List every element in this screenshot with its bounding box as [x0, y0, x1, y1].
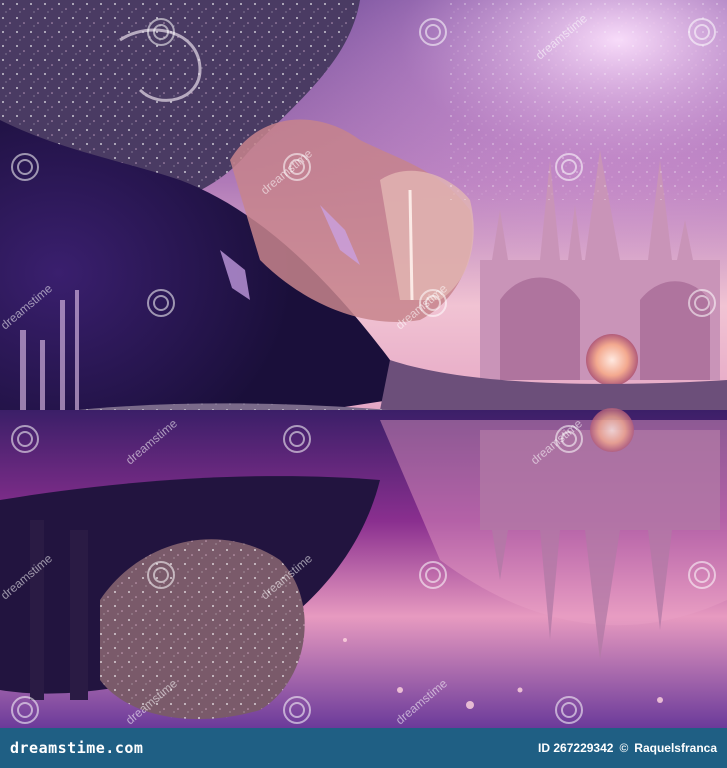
stock-footer-bar: dreamstime.com ID 267229342 © Raquelsfra… [0, 728, 727, 768]
fantasy-landscape-image: dreamstime dreamstime dreamstime dreamst… [0, 0, 727, 728]
photo-frame: dreamstime dreamstime dreamstime dreamst… [0, 0, 727, 768]
image-meta: ID 267229342 © Raquelsfranca [538, 741, 717, 755]
image-id: ID 267229342 [538, 741, 614, 755]
copyright-icon: © [619, 741, 629, 755]
brand-logo-text[interactable]: dreamstime.com [10, 739, 143, 757]
author-name[interactable]: Raquelsfranca [634, 741, 717, 755]
